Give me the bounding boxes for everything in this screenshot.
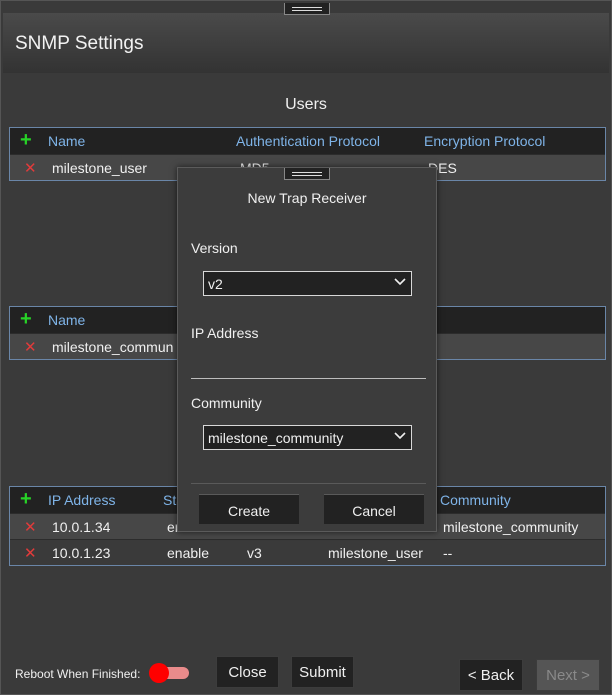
version-value: v2 (208, 276, 223, 292)
receiver-status: enable (167, 545, 210, 561)
dialog-title: New Trap Receiver (247, 190, 367, 206)
remove-receiver-icon[interactable]: ✕ (24, 544, 37, 562)
receiver-user: milestone_user (328, 545, 423, 561)
column-header-ip: IP Address (48, 492, 116, 508)
users-table-header: + Name Authentication Protocol Encryptio… (10, 128, 605, 154)
dialog-divider (191, 483, 426, 484)
reboot-toggle[interactable] (149, 663, 189, 683)
snmp-settings-window: SNMP Settings Users + Name Authenticatio… (0, 0, 612, 695)
users-section-title: Users (285, 96, 327, 113)
remove-user-icon[interactable]: ✕ (24, 159, 37, 177)
back-button[interactable]: < Back (459, 659, 523, 691)
chevron-down-icon (394, 275, 406, 290)
create-button[interactable]: Create (199, 494, 299, 524)
add-community-icon[interactable]: + (20, 308, 32, 331)
window-title: SNMP Settings (15, 33, 144, 54)
column-header-auth: Authentication Protocol (236, 133, 380, 149)
receiver-ip: 10.0.1.34 (52, 519, 111, 535)
toggle-knob (149, 663, 169, 683)
column-header-name: Name (48, 133, 86, 149)
user-name: milestone_user (52, 160, 147, 176)
ip-address-label: IP Address (191, 325, 259, 341)
dialog-drag-handle[interactable] (284, 168, 330, 180)
cancel-button[interactable]: Cancel (324, 494, 424, 524)
column-header-encryption: Encryption Protocol (424, 133, 546, 149)
column-header-name: Name (48, 312, 86, 328)
submit-button[interactable]: Submit (291, 656, 354, 688)
community-value: milestone_community (208, 430, 344, 446)
receiver-version: v3 (247, 545, 262, 561)
new-trap-receiver-dialog: New Trap Receiver Version v2 IP Address … (177, 167, 437, 532)
close-button[interactable]: Close (216, 656, 279, 688)
community-label: Community (191, 395, 262, 411)
version-label: Version (191, 240, 238, 256)
receiver-ip: 10.0.1.23 (52, 545, 111, 561)
column-header-community: Community (440, 492, 511, 508)
community-select[interactable]: milestone_community (203, 425, 412, 450)
add-receiver-icon[interactable]: + (20, 488, 32, 511)
receiver-community: -- (443, 545, 453, 561)
next-button[interactable]: Next > (536, 659, 600, 691)
window-drag-handle[interactable] (284, 3, 330, 15)
add-user-icon[interactable]: + (20, 129, 32, 152)
table-row[interactable]: ✕ 10.0.1.23 enable v3 milestone_user -- (10, 539, 605, 565)
ip-address-input[interactable] (191, 354, 426, 376)
chevron-down-icon (394, 429, 406, 444)
version-select[interactable]: v2 (203, 271, 412, 296)
receiver-community: milestone_community (443, 519, 579, 535)
remove-receiver-icon[interactable]: ✕ (24, 518, 37, 536)
reboot-label: Reboot When Finished: (15, 667, 141, 681)
ip-address-underline (191, 378, 426, 379)
remove-community-icon[interactable]: ✕ (24, 338, 37, 356)
community-name: milestone_commun (52, 339, 174, 355)
